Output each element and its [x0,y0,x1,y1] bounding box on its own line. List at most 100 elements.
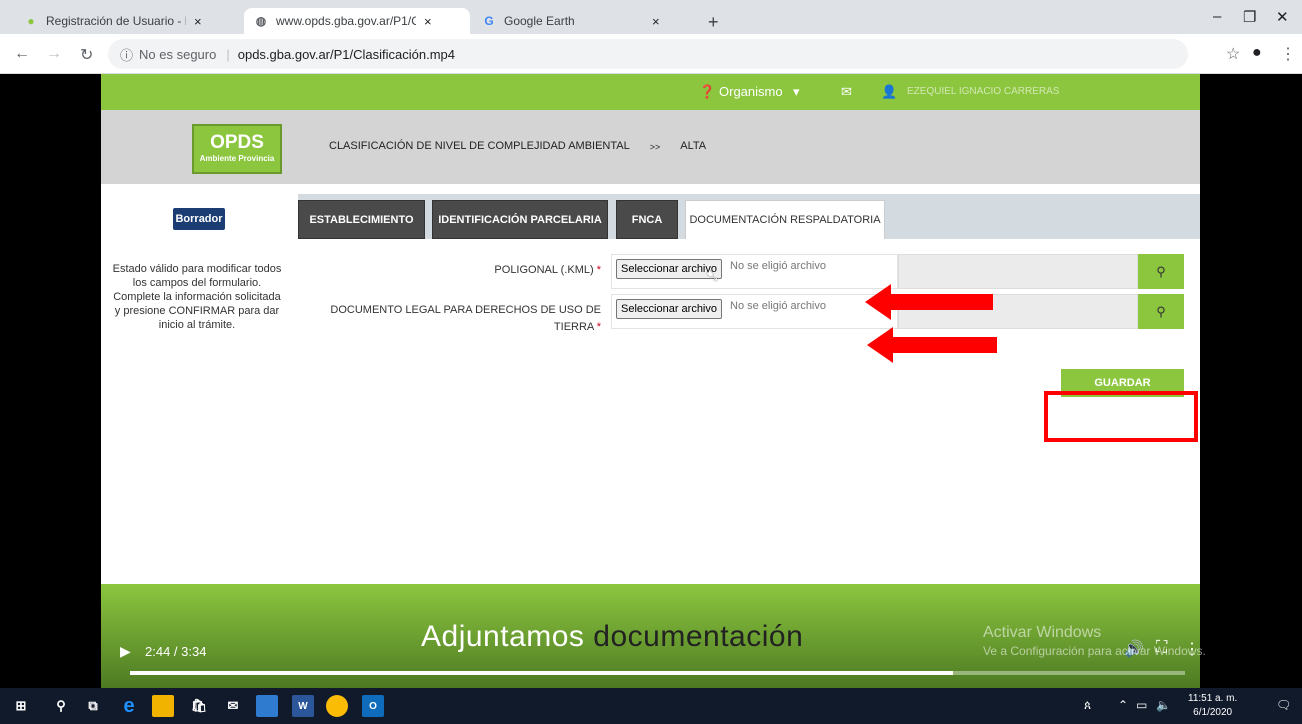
mail-icon: ✉ [841,84,852,99]
required-marker: * [596,321,601,333]
tab-identificacion-parcelaria: IDENTIFICACIÓN PARCELARIA [432,200,608,239]
clock-time: 11:51 a. m. [1188,693,1238,704]
chrome-icon[interactable] [326,695,348,717]
security-label: No es seguro [139,46,217,62]
forward-icon[interactable]: → [46,45,62,63]
status-badge: Borrador [173,208,225,230]
help-text: Estado válido para modificar todos los c… [112,263,282,331]
label-text-line2: TIERRA [553,321,594,333]
video-frame: ❓ Organismo ▾ ✉ 👤 EZEQUIEL IGNACIO CARRE… [101,74,1200,688]
video-progress-bar[interactable] [130,671,1185,675]
file-input-poligonal: Seleccionar archivo No se eligió archivo [611,254,898,289]
close-icon[interactable]: × [424,14,432,29]
edge-icon[interactable]: e [118,695,140,717]
tab-title: Google Earth [504,14,575,28]
fullscreen-icon[interactable]: ⛶ [1156,639,1167,657]
info-icon[interactable]: ⓘ [120,45,133,64]
annotation-arrow-icon [865,284,993,320]
organismo-menu: Organismo [719,84,783,99]
outlook-icon[interactable]: O [362,695,384,717]
caption-word: Adjuntamos [421,620,585,653]
logo-subtitle: Ambiente Provincia [199,154,275,163]
profile-icon[interactable]: ● [1252,44,1262,62]
minimize-button[interactable]: – [1213,8,1221,25]
tab-title: www.opds.gba.gov.ar/P1/Clasific [276,14,416,28]
back-icon[interactable]: ← [14,45,30,63]
logo-title: OPDS [210,132,264,153]
question-icon: ❓ [699,84,716,99]
file-status: No se eligió archivo [730,260,826,272]
star-icon[interactable]: ☆ [1226,44,1240,64]
people-icon[interactable]: ጰ [1084,698,1091,713]
browser-toolbar: ← → ↻ ⓘ No es seguro | opds.gba.gov.ar/P… [0,34,1302,74]
tab-fnca: FNCA [616,200,678,239]
close-window-button[interactable]: ✕ [1276,8,1289,26]
required-marker: * [596,264,601,276]
search-icon: ⚲ [1138,294,1184,329]
more-options-icon[interactable]: ⋮ [1184,639,1200,659]
video-progress-fill [130,671,953,675]
clock-date: 6/1/2020 [1193,707,1233,718]
user-name: EZEQUIEL IGNACIO CARRERAS [907,86,1060,97]
breadcrumb-current: ALTA [680,140,707,152]
field-label-documento-legal: DOCUMENTO LEGAL PARA DERECHOS DE USO DE … [301,302,601,336]
annotation-highlight-box [1044,391,1198,442]
menu-icon[interactable]: ⋮ [1280,44,1296,64]
store-icon[interactable]: 🛍 [188,695,210,717]
globe-icon: ◍ [255,14,267,28]
tab-title: Registración de Usuario - Portal [46,14,186,28]
mail-icon[interactable]: ✉ [222,695,244,717]
top-nav-bar: ❓ Organismo ▾ ✉ 👤 EZEQUIEL IGNACIO CARRE… [101,74,1200,110]
system-clock[interactable]: 11:51 a. m. 6/1/2020 [1188,692,1237,720]
field-label-poligonal: POLIGONAL (.KML) * [351,262,601,279]
file-status: No se eligió archivo [730,300,826,312]
tab-opds-video[interactable]: ◍ www.opds.gba.gov.ar/P1/Clasific × [244,8,470,34]
caption-highlight: documentación [593,620,804,653]
header-band: OPDS Ambiente Provincia CLASIFICACIÓN DE… [101,110,1200,184]
file-input-documento-legal: Seleccionar archivo No se eligió archivo [611,294,898,329]
divider: | [226,46,230,62]
label-text-line1: DOCUMENTO LEGAL PARA DERECHOS DE USO DE [330,304,601,316]
leaf-icon: ● [27,14,35,28]
search-icon: ⚲ [1138,254,1184,289]
label-text: POLIGONAL (.KML) [494,264,594,276]
reload-icon[interactable]: ↻ [80,45,93,65]
video-player[interactable]: ❓ Organismo ▾ ✉ 👤 EZEQUIEL IGNACIO CARRE… [0,74,1302,688]
cursor-icon: ➷ [705,266,721,286]
maximize-button[interactable]: ❐ [1243,8,1256,26]
task-view-icon[interactable]: ⧉ [82,695,104,717]
app-icon[interactable] [256,695,278,717]
breadcrumb-section: CLASIFICACIÓN DE NIVEL DE COMPLEJIDAD AM… [329,140,630,152]
network-icon[interactable]: ▭ [1136,698,1147,712]
video-caption: Adjuntamos documentación [421,620,803,654]
opds-logo: OPDS Ambiente Provincia [192,124,282,174]
breadcrumb-separator: >> [649,142,661,152]
play-icon[interactable]: ▶ [120,643,131,660]
address-bar[interactable]: ⓘ No es seguro | opds.gba.gov.ar/P1/Clas… [108,39,1188,69]
search-icon[interactable]: ⚲ [50,695,72,717]
windows-taskbar: ⊞ ⚲ ⧉ e 🛍 ✉ W O ጰ ⌃ ▭ 🔈 11:51 a. m. 6/1/… [0,688,1302,724]
volume-icon[interactable]: 🔊 [1124,639,1144,659]
tab-registracion[interactable]: ● Registración de Usuario - Portal × [14,8,242,34]
url-text: opds.gba.gov.ar/P1/Clasificación.mp4 [237,46,456,62]
browser-tab-bar: ● Registración de Usuario - Portal × ◍ w… [0,0,1302,34]
poligonal-search-field [898,254,1138,289]
tab-google-earth[interactable]: G Google Earth × [472,8,698,34]
volume-icon[interactable]: 🔈 [1156,698,1171,712]
notifications-icon[interactable]: 🗨 [1276,698,1291,712]
tab-documentacion-respaldatoria: DOCUMENTACIÓN RESPALDATORIA [685,200,885,239]
file-explorer-icon[interactable] [152,695,174,717]
windows-start-icon[interactable]: ⊞ [10,695,32,717]
new-tab-button[interactable]: + [708,12,719,33]
close-icon[interactable]: × [652,14,660,29]
google-icon: G [484,14,494,28]
tab-establecimiento: ESTABLECIMIENTO [298,200,425,239]
annotation-arrow-icon [867,327,997,363]
user-icon: 👤 [881,84,898,99]
chevron-up-icon[interactable]: ⌃ [1118,698,1128,712]
chevron-down-icon: ▾ [793,84,800,99]
close-icon[interactable]: × [194,14,202,29]
word-icon[interactable]: W [292,695,314,717]
select-file-button: Seleccionar archivo [616,299,722,319]
breadcrumb: CLASIFICACIÓN DE NIVEL DE COMPLEJIDAD AM… [329,140,706,152]
